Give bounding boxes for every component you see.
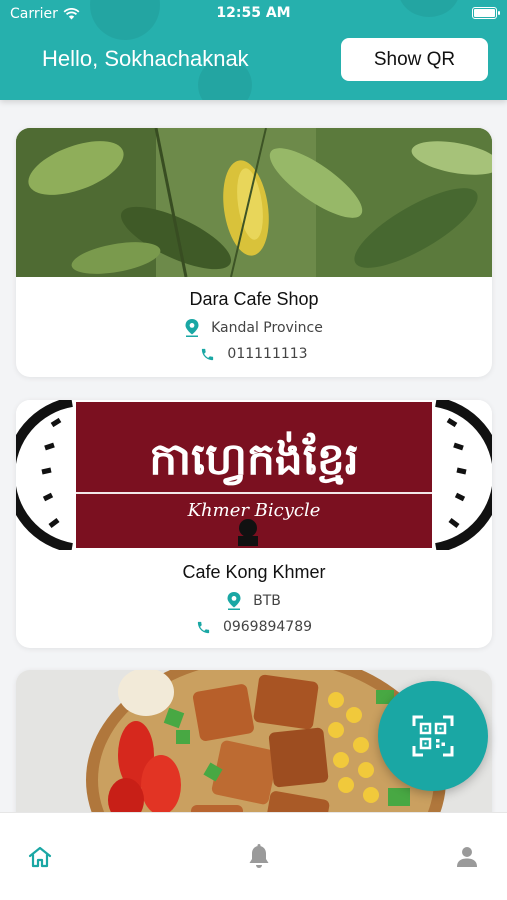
cafe-phone[interactable]: 0969894789	[16, 619, 492, 635]
battery-icon	[472, 7, 500, 19]
header: Carrier 12:55 AM Hello, Sokhachaknak Sho…	[0, 0, 507, 100]
qr-code-icon	[412, 715, 454, 757]
cafe-card[interactable]: Dara Cafe Shop Kandal Province 011111113	[16, 128, 492, 377]
tab-profile[interactable]	[453, 843, 481, 871]
location-pin-icon	[227, 592, 241, 610]
status-bar: Carrier 12:55 AM	[0, 0, 507, 28]
home-icon	[28, 846, 52, 868]
cafe-location: Kandal Province	[16, 319, 492, 337]
bell-icon	[249, 844, 269, 868]
status-time: 12:55 AM	[216, 5, 291, 21]
user-icon	[457, 847, 477, 867]
cafe-phone[interactable]: 011111113	[16, 346, 492, 362]
tab-notifications[interactable]	[245, 843, 273, 871]
cafe-card[interactable]: កាហ្វេកង់ខ្មែរ Khmer Bicycle Cafe Kong K…	[16, 400, 492, 648]
cafe-phone-text: 011111113	[227, 346, 308, 362]
cafe-name: Dara Cafe Shop	[189, 289, 319, 309]
cafe-photo	[16, 128, 492, 277]
show-qr-button[interactable]: Show QR	[341, 38, 488, 81]
greeting-text: Hello, Sokhachaknak	[42, 46, 249, 71]
phone-icon	[197, 621, 210, 633]
tab-home[interactable]	[26, 843, 54, 871]
phone-icon	[202, 348, 214, 360]
tab-bar	[0, 812, 507, 900]
cafe-location-text: Kandal Province	[211, 320, 323, 336]
cafe-phone-text: 0969894789	[222, 619, 313, 635]
cafe-logo-title: កាហ្វេកង់ខ្មែរ	[149, 431, 358, 486]
location-pin-icon	[185, 319, 199, 337]
cafe-location-text: BTB	[253, 593, 281, 609]
cafe-location: BTB	[16, 592, 492, 610]
cafe-logo: កាហ្វេកង់ខ្មែរ Khmer Bicycle	[16, 400, 492, 550]
scan-qr-button[interactable]	[378, 681, 488, 791]
cafe-name: Cafe Kong Khmer	[182, 562, 326, 582]
cafe-logo-subtitle: Khmer Bicycle	[187, 500, 321, 521]
